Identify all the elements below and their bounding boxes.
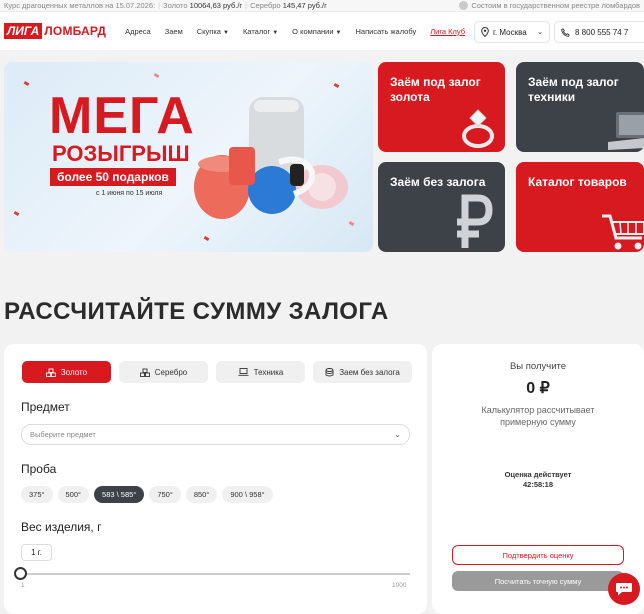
item-select[interactable]: Выберите предмет ⌄ — [21, 424, 410, 445]
probe-900-958[interactable]: 900 \ 958° — [222, 486, 273, 503]
tile-gold-loan[interactable]: Заём под залог золота — [378, 62, 505, 152]
tab-tech[interactable]: Техника — [216, 361, 305, 383]
tile-no-collateral-label: Заём без залога — [390, 175, 486, 189]
banner-gifts: более 50 подарков — [50, 168, 176, 186]
valid-timer: 42:58:18 — [522, 480, 554, 489]
chevron-down-icon: ▼ — [272, 29, 279, 36]
nav-buyout[interactable]: Скупка ▼ — [190, 27, 236, 36]
banner-title: МЕГА — [49, 87, 195, 145]
banner-dates: с 1 июня по 15 июля — [96, 190, 163, 197]
city-name: г. Москва — [493, 27, 527, 37]
promo-banner[interactable]: МЕГА РОЗЫГРЫШ более 50 подарков с 1 июня… — [4, 62, 373, 252]
chevron-down-icon: ▼ — [335, 29, 342, 36]
valid-label: Оценка действует — [504, 470, 572, 479]
nav-catalog[interactable]: Каталог ▼ — [236, 27, 285, 36]
phone-number: 8 800 555 74 7 — [575, 27, 629, 37]
probe-options: 375° 500° 583 \ 585° 750° 850° 900 \ 958… — [21, 486, 273, 503]
tab-gold[interactable]: Золото — [22, 361, 111, 383]
city-selector[interactable]: г. Москва ⌄ — [474, 21, 550, 43]
probe-750[interactable]: 750° — [149, 486, 181, 503]
weight-slider-handle[interactable] — [14, 567, 27, 580]
phone-icon — [561, 27, 570, 37]
nav-liga-club[interactable]: Лига Клуб — [423, 27, 472, 36]
gold-rate-label: Золото — [163, 1, 188, 10]
ring-icon — [462, 109, 494, 148]
you-get-label: Вы получите — [509, 361, 567, 372]
tile-tech-loan-label: Заём под залог техники — [528, 75, 619, 104]
nav-catalog-label: Каталог — [242, 26, 271, 36]
weight-input[interactable]: 1 г. — [21, 544, 52, 561]
chat-icon — [616, 583, 632, 596]
nav-about-label: О компании — [292, 26, 334, 36]
registry-link[interactable]: Состоим в государственном реестре ломбар… — [459, 1, 640, 10]
rates-label: Курс драгоценных металлов на 15.07.2026: — [4, 1, 156, 10]
gold-rate-value: 10064,63 руб./г — [189, 1, 243, 10]
laptop-icon — [238, 368, 249, 376]
chevron-down-icon: ▼ — [222, 29, 229, 36]
banner-subtitle: РОЗЫГРЫШ — [52, 141, 190, 166]
item-select-placeholder: Выберите предмет — [30, 430, 96, 439]
location-pin-icon — [481, 27, 489, 37]
silver-rate-label: Серебро — [250, 1, 281, 10]
slider-min: 1 — [21, 582, 25, 589]
probe-583-585[interactable]: 583 \ 585° — [94, 486, 145, 503]
rates-bar: Курс драгоценных металлов на 15.07.2026:… — [0, 0, 644, 12]
logo-part-2: ЛОМБАРД — [44, 24, 107, 38]
main-nav: ЛИГА ЛОМБАРД Адреса Заем Скупка ▼ Каталог… — [0, 12, 644, 50]
tab-gold-label: Золото — [60, 367, 88, 377]
slider-max: 1000 — [392, 582, 407, 589]
coins-icon — [325, 367, 334, 376]
ruble-icon — [457, 194, 493, 248]
tab-tech-label: Техника — [253, 367, 284, 377]
chevron-down-icon: ⌄ — [394, 430, 401, 439]
tile-tech-loan[interactable]: Заём под залог техники — [516, 62, 644, 152]
weight-slider-track[interactable] — [21, 573, 410, 575]
probe-500[interactable]: 500° — [57, 486, 90, 503]
logo-part-1: ЛИГА — [4, 23, 43, 39]
tile-gold-loan-label: Заём под залог золота — [390, 75, 481, 104]
silver-rate-value: 145,47 руб./г — [282, 1, 327, 10]
phone-link[interactable]: 8 800 555 74 7 — [554, 21, 644, 43]
probe-375[interactable]: 375° — [21, 486, 53, 503]
result-panel: Вы получите 0 ₽ Калькулятор рассчитывает… — [432, 344, 644, 614]
prizes-image — [194, 97, 348, 219]
tile-no-collateral-loan[interactable]: Заём без залога — [378, 162, 505, 252]
weight-label: Вес изделия, г — [21, 520, 102, 534]
chevron-down-icon: ⌄ — [537, 29, 543, 36]
probe-850[interactable]: 850° — [185, 486, 218, 503]
calculator-panel: Золото Серебро Техника Заем без залога П… — [4, 344, 427, 614]
laptop-icon — [608, 112, 644, 150]
nav-about[interactable]: О компании ▼ — [285, 27, 348, 36]
tab-no-collateral[interactable]: Заем без залога — [313, 361, 412, 383]
page-title: РАССЧИТАЙТЕ СУММУ ЗАЛОГА — [4, 298, 389, 325]
exact-sum-button[interactable]: Посчитать точную сумму — [452, 571, 624, 591]
confirm-estimate-button[interactable]: Подтвердить оценку — [452, 545, 624, 565]
tab-silver-label: Серебро — [154, 367, 188, 377]
probe-label: Проба — [21, 462, 57, 476]
collateral-tabs: Золото Серебро Техника Заем без залога — [22, 361, 412, 383]
nav-loan[interactable]: Заем — [158, 27, 190, 36]
logo[interactable]: ЛИГА ЛОМБАРД — [4, 23, 106, 39]
nav-addresses[interactable]: Адреса — [118, 27, 158, 36]
gold-bars-icon — [45, 368, 56, 377]
emblem-icon — [459, 1, 469, 10]
silver-bars-icon — [139, 368, 150, 377]
tile-catalog-label: Каталог товаров — [528, 175, 627, 189]
chat-button[interactable] — [608, 573, 640, 605]
item-label: Предмет — [21, 400, 70, 414]
calc-note: Калькулятор рассчитывает примерную сумму — [481, 405, 595, 427]
result-amount: 0 ₽ — [526, 380, 550, 397]
registry-text: Состоим в государственном реестре ломбар… — [471, 1, 640, 10]
nav-complaint[interactable]: Написать жалобу — [348, 27, 423, 36]
nav-buyout-label: Скупка — [196, 26, 221, 36]
tab-no-collateral-label: Заем без залога — [339, 367, 400, 377]
tab-silver[interactable]: Серебро — [119, 361, 208, 383]
shopping-cart-icon — [602, 214, 644, 250]
tile-catalog[interactable]: Каталог товаров — [516, 162, 644, 252]
